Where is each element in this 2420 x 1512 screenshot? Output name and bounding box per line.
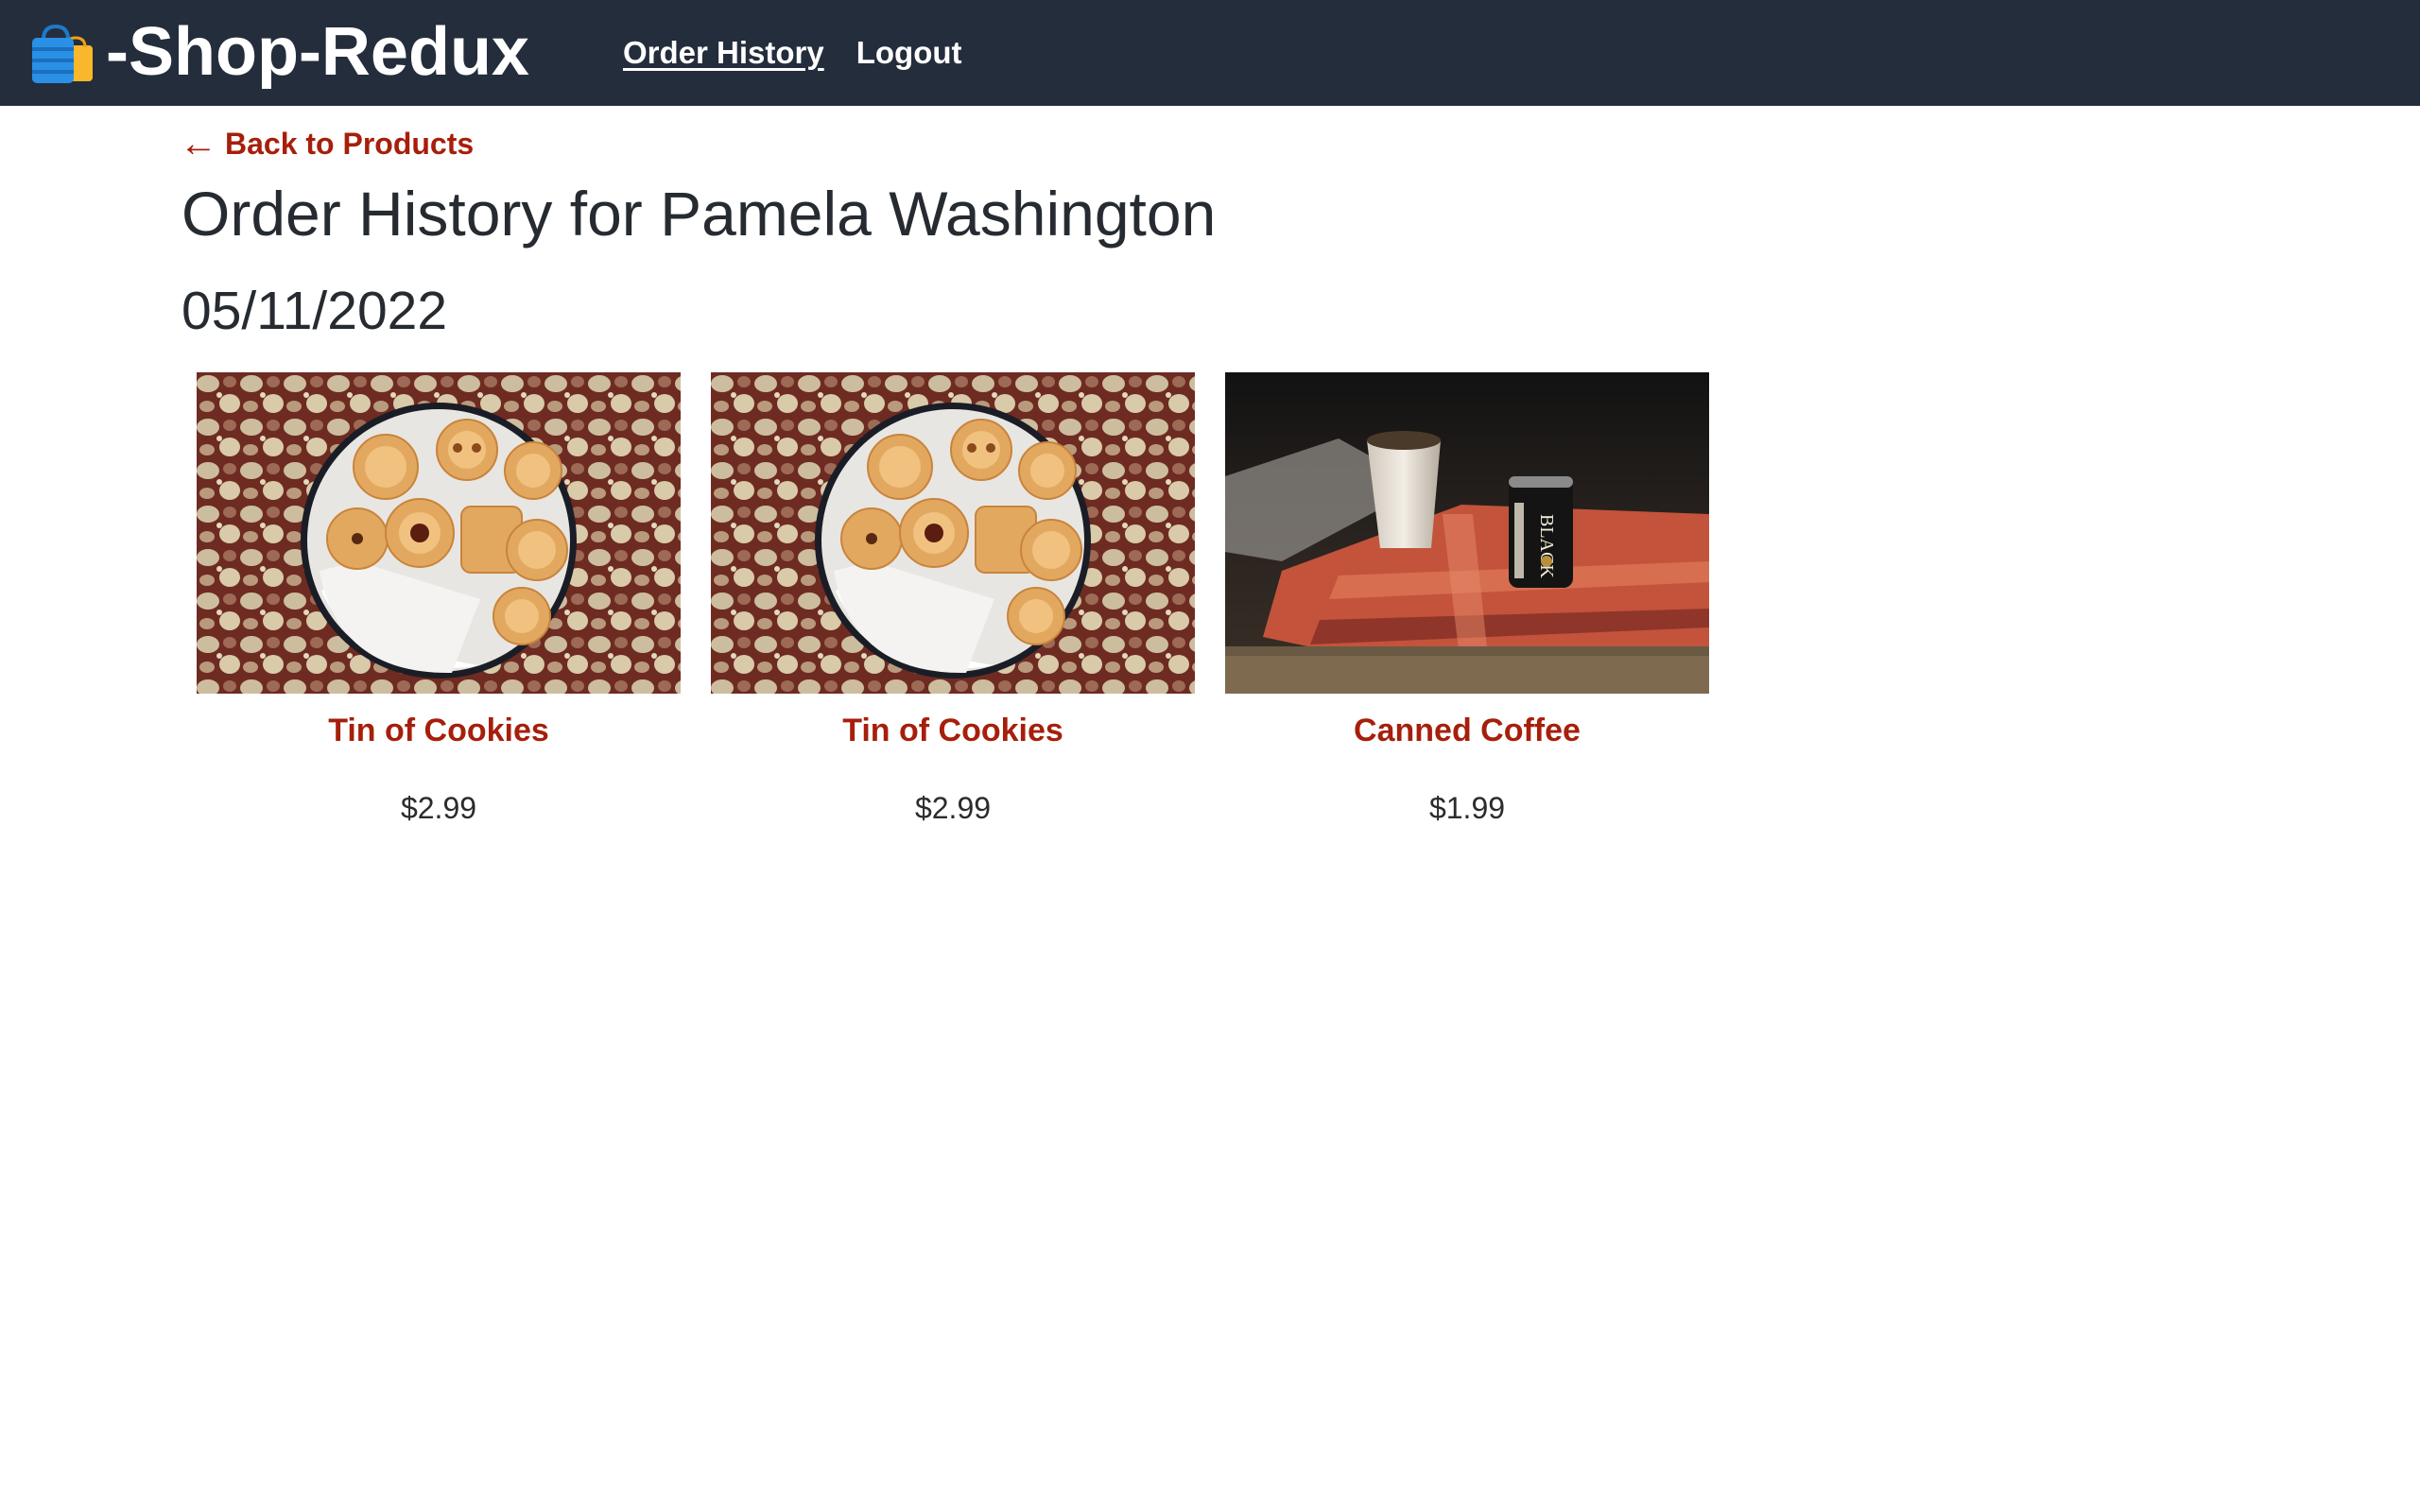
top-navbar: -Shop-Redux Order History Logout bbox=[0, 0, 2420, 106]
main-nav: Order History Logout bbox=[623, 0, 994, 106]
order-product-card: Tin of Cookies $2.99 bbox=[711, 372, 1195, 826]
left-arrow-icon: ← bbox=[180, 123, 217, 164]
back-link-label: Back to Products bbox=[225, 127, 475, 161]
back-to-products-link[interactable]: ← Back to Products bbox=[180, 123, 474, 165]
product-price: $2.99 bbox=[400, 791, 477, 825]
order-product-card: BLACK Canned Coffee $1.99 bbox=[1225, 372, 1709, 826]
cookie-tin-photo[interactable] bbox=[197, 372, 681, 694]
page-title: Order History for Pamela Washington bbox=[182, 179, 1217, 249]
nav-order-history-link[interactable]: Order History bbox=[623, 35, 824, 71]
brand-name: -Shop-Redux bbox=[106, 14, 529, 90]
canned-coffee-photo[interactable]: BLACK bbox=[1225, 372, 1709, 694]
shopping-bags-icon bbox=[32, 24, 93, 83]
order-date: 05/11/2022 bbox=[182, 281, 448, 341]
order-product-card: Tin of Cookies $2.99 bbox=[197, 372, 681, 826]
nav-logout-link[interactable]: Logout bbox=[856, 35, 962, 71]
cookie-tin-photo[interactable] bbox=[711, 372, 1195, 694]
svg-text:BLACK: BLACK bbox=[1536, 514, 1557, 578]
product-price: $1.99 bbox=[1428, 791, 1506, 825]
product-name-link[interactable]: Tin of Cookies bbox=[711, 713, 1195, 749]
product-price: $2.99 bbox=[914, 791, 992, 825]
brand-home-link[interactable]: -Shop-Redux bbox=[26, 0, 529, 106]
product-name-link[interactable]: Canned Coffee bbox=[1225, 713, 1709, 749]
product-name-link[interactable]: Tin of Cookies bbox=[197, 713, 681, 749]
